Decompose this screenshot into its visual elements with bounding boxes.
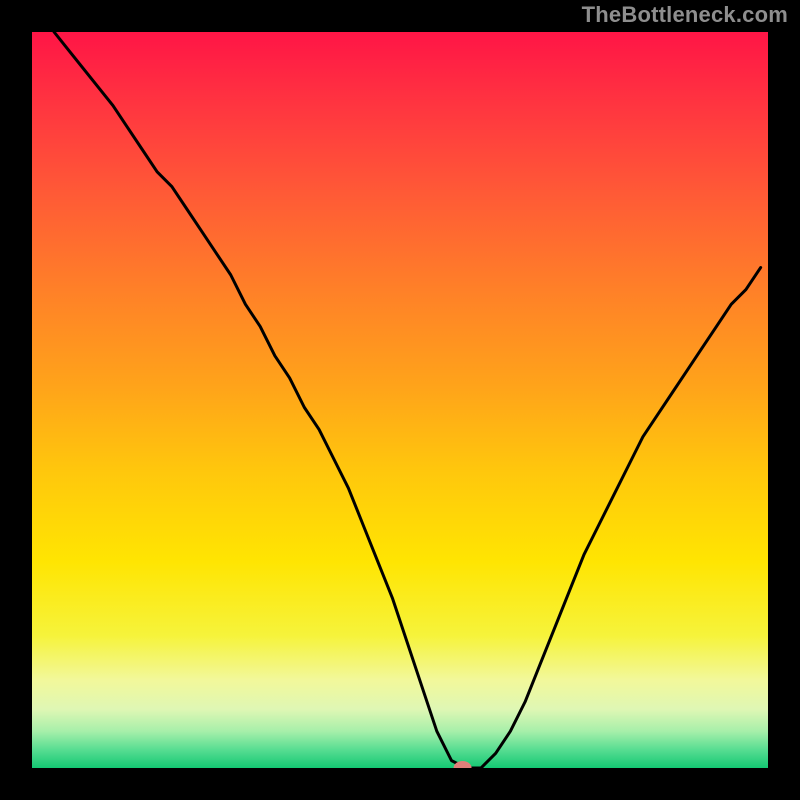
chart-container: TheBottleneck.com [0,0,800,800]
watermark-text: TheBottleneck.com [582,2,788,28]
plot-background [32,32,768,768]
bottleneck-chart [0,0,800,800]
